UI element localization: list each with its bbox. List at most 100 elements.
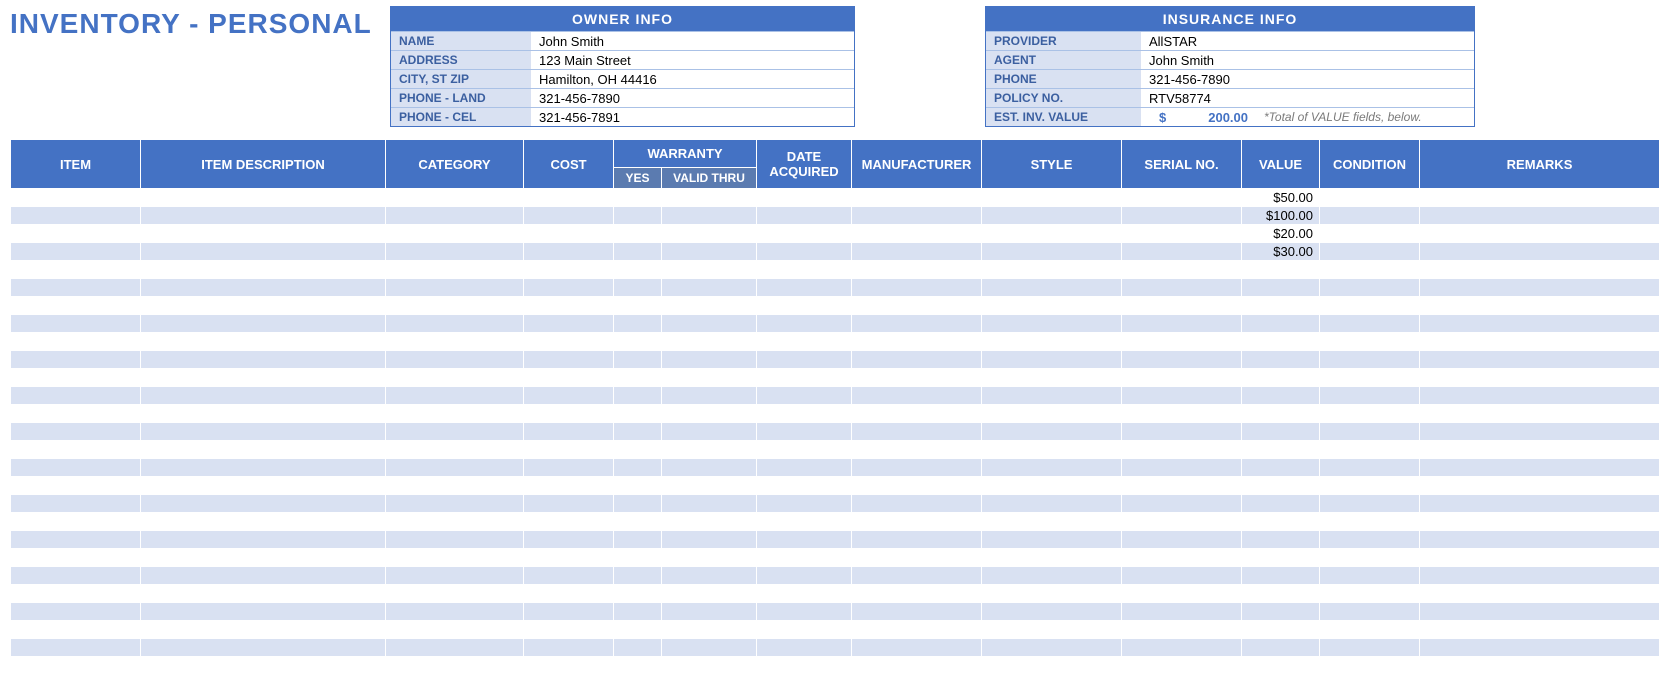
- cell-category[interactable]: [386, 279, 524, 297]
- cell-item[interactable]: [11, 315, 141, 333]
- cell-desc[interactable]: [141, 297, 386, 315]
- cell-date[interactable]: [757, 315, 852, 333]
- cell-serial[interactable]: [1122, 621, 1242, 639]
- cell-item[interactable]: [11, 297, 141, 315]
- cell-style[interactable]: [982, 279, 1122, 297]
- cell-value[interactable]: [1242, 621, 1320, 639]
- cell-value[interactable]: [1242, 351, 1320, 369]
- cell-serial[interactable]: [1122, 477, 1242, 495]
- cell-value[interactable]: [1242, 423, 1320, 441]
- cell-date[interactable]: [757, 189, 852, 207]
- cell-wthru[interactable]: [662, 531, 757, 549]
- cell-wyes[interactable]: [614, 639, 662, 657]
- cell-category[interactable]: [386, 639, 524, 657]
- cell-category[interactable]: [386, 189, 524, 207]
- cell-style[interactable]: [982, 225, 1122, 243]
- cell-cost[interactable]: [524, 387, 614, 405]
- cell-date[interactable]: [757, 333, 852, 351]
- cell-serial[interactable]: [1122, 279, 1242, 297]
- table-row[interactable]: [11, 441, 1660, 459]
- cell-desc[interactable]: [141, 225, 386, 243]
- cell-serial[interactable]: [1122, 423, 1242, 441]
- cell-category[interactable]: [386, 387, 524, 405]
- cell-category[interactable]: [386, 585, 524, 603]
- cell-category[interactable]: [386, 441, 524, 459]
- cell-date[interactable]: [757, 207, 852, 225]
- cell-value[interactable]: $50.00: [1242, 189, 1320, 207]
- cell-value[interactable]: [1242, 333, 1320, 351]
- cell-wthru[interactable]: [662, 225, 757, 243]
- cell-wyes[interactable]: [614, 405, 662, 423]
- cell-remarks[interactable]: [1420, 405, 1660, 423]
- table-row[interactable]: [11, 621, 1660, 639]
- cell-mfr[interactable]: [852, 387, 982, 405]
- cell-desc[interactable]: [141, 243, 386, 261]
- cell-value[interactable]: [1242, 585, 1320, 603]
- cell-value[interactable]: [1242, 387, 1320, 405]
- cell-mfr[interactable]: [852, 333, 982, 351]
- cell-cost[interactable]: [524, 243, 614, 261]
- table-row[interactable]: [11, 423, 1660, 441]
- cell-remarks[interactable]: [1420, 531, 1660, 549]
- cell-wyes[interactable]: [614, 567, 662, 585]
- cell-value[interactable]: [1242, 459, 1320, 477]
- table-row[interactable]: [11, 333, 1660, 351]
- cell-date[interactable]: [757, 297, 852, 315]
- cell-item[interactable]: [11, 567, 141, 585]
- cell-cost[interactable]: [524, 315, 614, 333]
- cell-cond[interactable]: [1320, 351, 1420, 369]
- cell-cost[interactable]: [524, 477, 614, 495]
- cell-date[interactable]: [757, 243, 852, 261]
- cell-category[interactable]: [386, 225, 524, 243]
- cell-cond[interactable]: [1320, 549, 1420, 567]
- cell-wthru[interactable]: [662, 639, 757, 657]
- cell-category[interactable]: [386, 423, 524, 441]
- cell-cond[interactable]: [1320, 567, 1420, 585]
- cell-cond[interactable]: [1320, 585, 1420, 603]
- cell-serial[interactable]: [1122, 297, 1242, 315]
- cell-date[interactable]: [757, 423, 852, 441]
- cell-style[interactable]: [982, 315, 1122, 333]
- cell-cost[interactable]: [524, 297, 614, 315]
- cell-mfr[interactable]: [852, 567, 982, 585]
- cell-item[interactable]: [11, 495, 141, 513]
- cell-wthru[interactable]: [662, 549, 757, 567]
- cell-item[interactable]: [11, 261, 141, 279]
- cell-wyes[interactable]: [614, 477, 662, 495]
- cell-date[interactable]: [757, 405, 852, 423]
- table-row[interactable]: [11, 585, 1660, 603]
- cell-category[interactable]: [386, 405, 524, 423]
- cell-wthru[interactable]: [662, 351, 757, 369]
- cell-cost[interactable]: [524, 225, 614, 243]
- cell-remarks[interactable]: [1420, 297, 1660, 315]
- cell-style[interactable]: [982, 603, 1122, 621]
- cell-item[interactable]: [11, 621, 141, 639]
- cell-wthru[interactable]: [662, 603, 757, 621]
- cell-wthru[interactable]: [662, 513, 757, 531]
- cell-wyes[interactable]: [614, 495, 662, 513]
- cell-desc[interactable]: [141, 315, 386, 333]
- cell-style[interactable]: [982, 261, 1122, 279]
- table-row[interactable]: [11, 405, 1660, 423]
- cell-cond[interactable]: [1320, 477, 1420, 495]
- cell-remarks[interactable]: [1420, 279, 1660, 297]
- cell-item[interactable]: [11, 513, 141, 531]
- cell-wthru[interactable]: [662, 405, 757, 423]
- cell-serial[interactable]: [1122, 441, 1242, 459]
- cell-item[interactable]: [11, 189, 141, 207]
- cell-serial[interactable]: [1122, 567, 1242, 585]
- cell-serial[interactable]: [1122, 387, 1242, 405]
- cell-category[interactable]: [386, 621, 524, 639]
- cell-remarks[interactable]: [1420, 639, 1660, 657]
- cell-style[interactable]: [982, 441, 1122, 459]
- cell-wyes[interactable]: [614, 207, 662, 225]
- cell-item[interactable]: [11, 459, 141, 477]
- table-row[interactable]: [11, 639, 1660, 657]
- cell-serial[interactable]: [1122, 369, 1242, 387]
- cell-remarks[interactable]: [1420, 333, 1660, 351]
- cell-category[interactable]: [386, 495, 524, 513]
- cell-cost[interactable]: [524, 567, 614, 585]
- cell-cond[interactable]: [1320, 405, 1420, 423]
- cell-cost[interactable]: [524, 639, 614, 657]
- cell-mfr[interactable]: [852, 369, 982, 387]
